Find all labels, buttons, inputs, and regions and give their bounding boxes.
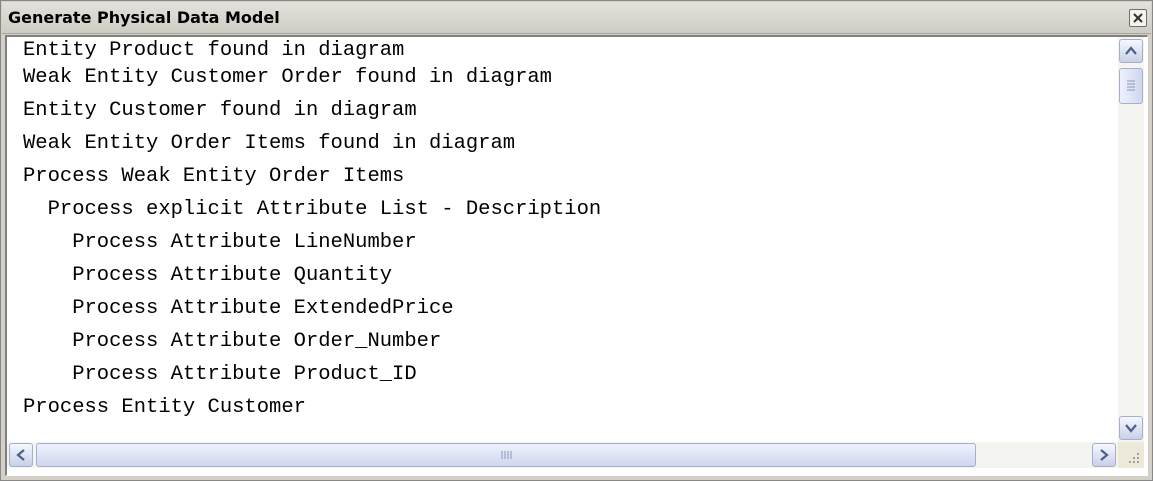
window-title: Generate Physical Data Model (8, 8, 280, 27)
chevron-up-icon (1125, 46, 1137, 55)
horizontal-scroll-thumb[interactable] (36, 443, 976, 467)
grip-icon (1127, 80, 1135, 91)
grip-icon (501, 451, 512, 459)
close-icon (1133, 13, 1143, 23)
log-panel[interactable]: Entity Product found in diagram Weak Ent… (5, 35, 1148, 476)
log-line: Process Attribute Order_Number (23, 330, 442, 353)
vertical-scroll-thumb[interactable] (1119, 68, 1143, 104)
log-line: Process Attribute ExtendedPrice (23, 297, 454, 320)
scroll-down-button[interactable] (1119, 416, 1143, 440)
close-button[interactable] (1129, 9, 1147, 27)
scroll-up-button[interactable] (1119, 39, 1143, 63)
log-line: Entity Product found in diagram (23, 39, 405, 62)
vertical-scrollbar[interactable] (1118, 37, 1144, 442)
log-line: Process Entity Customer (23, 396, 306, 419)
log-line: Process explicit Attribute List - Descri… (23, 198, 602, 221)
horizontal-scrollbar[interactable] (7, 442, 1118, 468)
log-line: Process Attribute Quantity (23, 264, 393, 287)
log-text-area[interactable]: Entity Product found in diagram Weak Ent… (7, 37, 1118, 442)
scroll-right-button[interactable] (1092, 443, 1116, 467)
chevron-right-icon (1100, 449, 1109, 461)
chevron-left-icon (16, 449, 25, 461)
generate-physical-data-model-window: Generate Physical Data Model Entity Prod… (0, 0, 1153, 481)
title-bar[interactable]: Generate Physical Data Model (2, 2, 1151, 34)
log-line: Weak Entity Customer Order found in diag… (23, 66, 552, 89)
log-line: Weak Entity Order Items found in diagram (23, 132, 516, 155)
log-line: Process Weak Entity Order Items (23, 165, 405, 188)
resize-grip[interactable] (1118, 442, 1144, 468)
resize-grip-icon (1129, 453, 1139, 463)
scroll-left-button[interactable] (9, 443, 33, 467)
log-line: Entity Customer found in diagram (23, 99, 417, 122)
log-line: Process Attribute LineNumber (23, 231, 417, 254)
chevron-down-icon (1125, 424, 1137, 433)
log-line: Process Attribute Product_ID (23, 363, 417, 386)
